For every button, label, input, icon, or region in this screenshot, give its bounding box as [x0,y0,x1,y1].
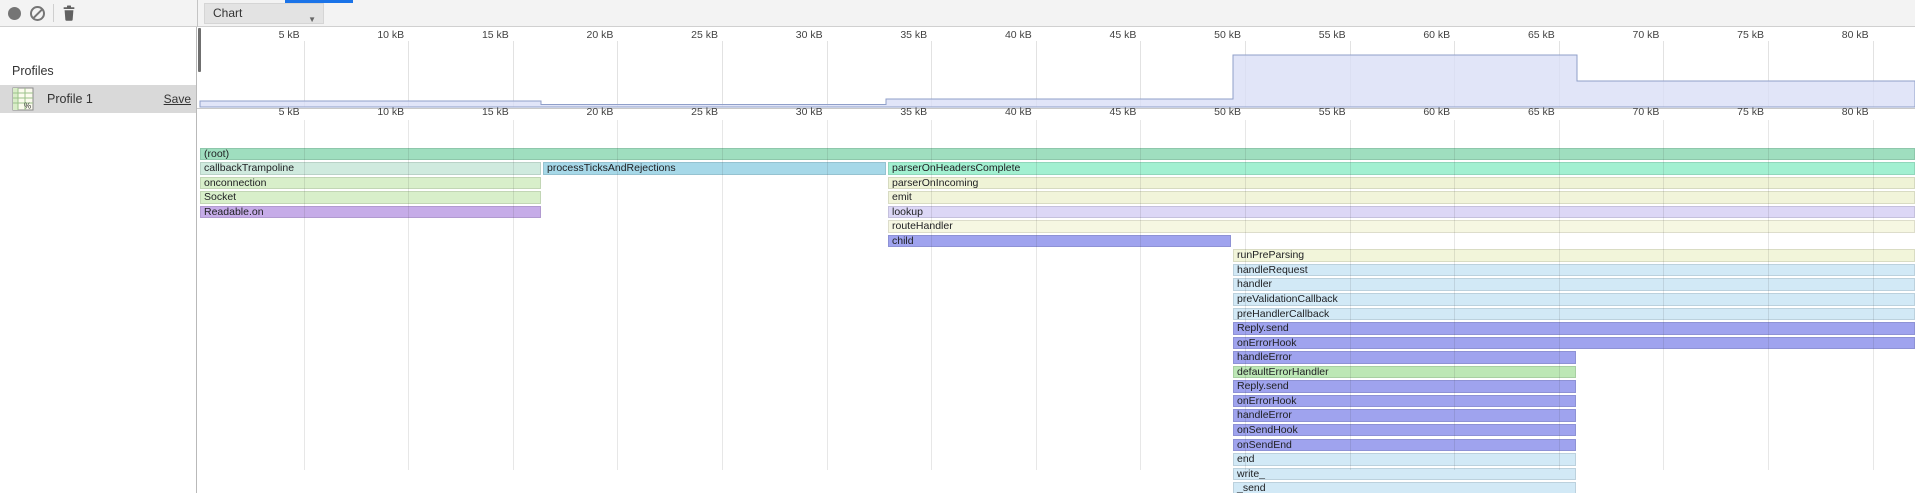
flame-gridline [1559,120,1560,470]
ruler-tick-label: 65 kB [1479,106,1555,118]
flame-gridline [1873,120,1874,470]
profile-name: Profile 1 [47,92,93,106]
flame-chart: 5 kB 10 kB 15 kB 20 kB 25 kB 30 kB 35 kB 40 kB 4… [197,108,1915,493]
overview-area-chart [197,27,1915,108]
flame-gridline [1140,120,1141,470]
ruler-tick-label: 25 kB [642,106,718,118]
flame-bar[interactable]: Reply.send [1233,380,1576,393]
flame-bar[interactable]: handler [1233,278,1915,291]
trash-icon [61,5,77,22]
ruler-tick-label: 20 kB [537,106,613,118]
ruler-tick-label: 55 kB [1270,106,1346,118]
flame-gridline [1454,120,1455,470]
ruler-tick-label: 45 kB [1060,106,1136,118]
view-select[interactable]: Chart ▼ [204,3,324,24]
ruler-tick-label: 10 kB [328,106,404,118]
flame-bar[interactable]: defaultErrorHandler [1233,366,1576,379]
flame-bar[interactable]: processTicksAndRejections [543,162,886,175]
active-range-indicator [285,0,353,3]
ruler-tick-label: 60 kB [1374,106,1450,118]
flame-bar[interactable]: callbackTrampoline [200,162,541,175]
flame-bar[interactable]: handleError [1233,409,1576,422]
flame-bar[interactable]: onErrorHook [1233,337,1915,350]
delete-profile-button[interactable] [61,5,77,22]
flame-bar[interactable]: lookup [888,206,1915,219]
profiles-sidebar: Profiles SAMPLING PROFILES % Profile 1 S… [0,27,197,493]
flame-gridline [1245,120,1246,470]
clear-profiles-button[interactable] [30,6,45,21]
flame-bar[interactable]: onErrorHook [1233,395,1576,408]
profile-save-link[interactable]: Save [164,92,191,106]
ruler-tick-label: 50 kB [1165,106,1241,118]
flame-bar[interactable]: preValidationCallback [1233,293,1915,306]
ruler-tick-label: 35 kB [851,106,927,118]
flame-bar[interactable]: onconnection [200,177,541,190]
flame-bar[interactable]: emit [888,191,1915,204]
flame-gridline [722,120,723,470]
flame-bar[interactable]: parserOnHeadersComplete [888,162,1915,175]
flame-bar[interactable]: Socket [200,191,541,204]
toolbar-separator [53,4,54,22]
flame-bar[interactable]: routeHandler [888,220,1915,233]
ruler-tick-label: 30 kB [747,106,823,118]
flame-bar[interactable]: Readable.on [200,206,541,219]
flame-bar[interactable]: write_ [1233,468,1576,481]
overview-window-grip[interactable] [198,28,201,72]
flame-bar[interactable]: parserOnIncoming [888,177,1915,190]
flame-gridline [408,120,409,470]
flame-gridline [1036,120,1037,470]
flame-gridline [617,120,618,470]
ruler-tick-label: 75 kB [1688,106,1764,118]
flame-bar[interactable]: onSendEnd [1233,439,1576,452]
flame-bar[interactable]: handleRequest [1233,264,1915,277]
profile-document-icon: % [12,87,34,111]
ruler-tick-label: 70 kB [1583,106,1659,118]
ruler-tick-label: 80 kB [1793,106,1869,118]
flame-bar[interactable]: Reply.send [1233,322,1915,335]
sidebar-title: Profiles [12,64,54,78]
profile-list-item[interactable]: % Profile 1 Save [0,85,196,113]
devtools-memory-panel: Chart ▼ Profiles SAMPLING PROFILES % Pro… [0,0,1915,493]
allocation-overview[interactable]: 5 kB10 kB15 kB20 kB25 kB30 kB35 kB40 kB4… [197,27,1915,109]
flame-gridline [1663,120,1664,470]
flame-bar[interactable]: (root) [200,148,1915,161]
profiler-toolbar: Chart ▼ [0,0,1915,27]
flame-bar[interactable]: child [888,235,1231,248]
flame-bar[interactable]: preHandlerCallback [1233,308,1915,321]
flame-bar[interactable]: _send [1233,482,1576,493]
svg-text:%: % [24,102,31,111]
flame-bar[interactable]: onSendHook [1233,424,1576,437]
flame-gridline [513,120,514,470]
record-button[interactable] [8,7,21,20]
flame-bar[interactable]: handleError [1233,351,1576,364]
flame-gridline [304,120,305,470]
pane-divider [197,0,198,27]
flame-gridline [827,120,828,470]
flame-gridline [931,120,932,470]
view-select-value: Chart [213,6,242,20]
chart-pane: 5 kB 10 kB 15 kB 20 kB 25 kB 30 kB 35 kB 40 kB 4… [197,27,1915,493]
flame-bar[interactable]: end [1233,453,1576,466]
flame-gridline [1350,120,1351,470]
flame-bar[interactable]: runPreParsing [1233,249,1915,262]
ruler-tick-label: 40 kB [956,106,1032,118]
ruler-tick-label: 15 kB [433,106,509,118]
ruler-tick-label: 5 kB [224,106,300,118]
flame-gridline [1768,120,1769,470]
